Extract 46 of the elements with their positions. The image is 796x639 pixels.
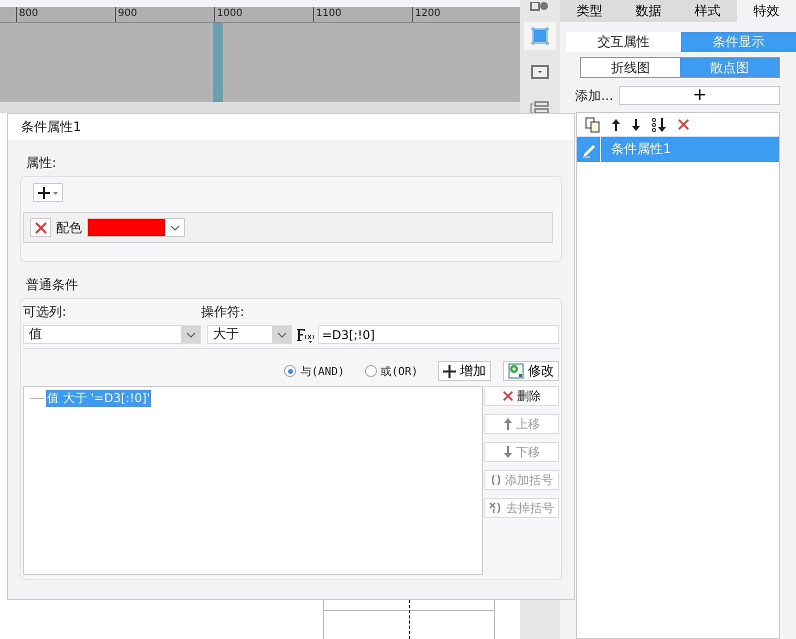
close-icon: [502, 390, 514, 402]
parentheses-icon: [490, 474, 502, 486]
column-select[interactable]: 值: [23, 325, 201, 344]
panel-tab[interactable]: 特效: [737, 0, 796, 22]
logic-radio[interactable]: 与(AND): [284, 364, 344, 378]
chevron-down-icon: [276, 332, 286, 338]
color-picker[interactable]: [87, 218, 185, 237]
add-attribute-button[interactable]: [33, 183, 63, 202]
formula-field[interactable]: =D3[;!0]: [318, 325, 559, 344]
close-icon: [34, 220, 48, 234]
section-legend: 属性:: [26, 154, 562, 172]
sub-tab[interactable]: 交互属性: [566, 32, 681, 52]
side-button[interactable]: 删除: [484, 386, 559, 406]
remove-parentheses-icon: [489, 502, 503, 514]
close-icon: [677, 118, 690, 131]
move-bottom-icon[interactable]: [651, 116, 667, 132]
add-button[interactable]: +: [619, 86, 780, 105]
ruler-label: 1200: [412, 7, 511, 22]
add-label: 添加...: [575, 88, 614, 104]
ruler-label: 1100: [313, 7, 412, 22]
formula-button[interactable]: [294, 326, 316, 342]
plus-icon: [37, 186, 59, 200]
arrow-down-icon: [503, 445, 513, 459]
field-label: 可选列:: [23, 304, 68, 321]
copy-icon[interactable]: [585, 116, 601, 132]
arrow-up-icon: [503, 417, 513, 431]
arrow-down-icon: [631, 118, 641, 132]
modify-button[interactable]: 修改: [503, 361, 559, 381]
add-condition-button[interactable]: 增加: [438, 361, 491, 381]
operator-select[interactable]: 大于: [207, 325, 292, 344]
chart-type-tab[interactable]: 折线图: [581, 58, 680, 77]
logic-radio[interactable]: 或(OR): [364, 364, 418, 378]
chevron-down-icon: [170, 224, 180, 230]
ruler-label: 800: [16, 7, 115, 22]
arrow-up-icon: [611, 118, 621, 132]
chevron-down-icon: [186, 332, 196, 338]
dialog-title: 条件属性1: [21, 119, 82, 136]
section-legend: 普通条件: [26, 276, 562, 294]
field-label: 操作符:: [201, 304, 246, 321]
ruler-label: 900: [115, 7, 214, 22]
ruler-label: 1000: [214, 7, 313, 22]
attribute-label: 配色: [56, 220, 82, 236]
dropdown-button[interactable]: [165, 219, 184, 236]
remove-button[interactable]: [30, 218, 51, 237]
plus-icon: [443, 364, 456, 378]
frame-icon[interactable]: [524, 22, 556, 50]
